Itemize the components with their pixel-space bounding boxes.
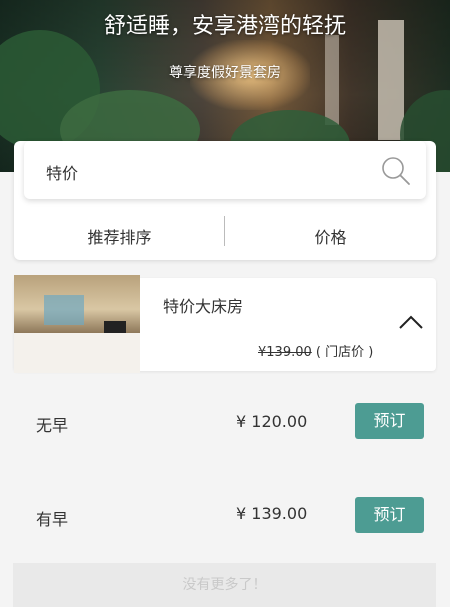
rate-row: 有早 ¥ 139.00 预订: [14, 486, 436, 546]
store-price-note: ( 门店价 ): [315, 345, 374, 360]
search-icon[interactable]: [380, 155, 412, 187]
rate-label: 无早: [36, 416, 69, 435]
store-price-value: ¥139.00: [258, 345, 312, 360]
sort-bar: 推荐排序 价格: [14, 210, 436, 260]
room-store-price: ¥139.00 ( 门店价 ): [258, 341, 373, 360]
room-name: 特价大床房: [163, 297, 244, 316]
rate-price: ¥ 139.00: [236, 504, 308, 523]
window-decoration: [44, 295, 84, 325]
rate-label: 有早: [36, 510, 69, 529]
book-button[interactable]: 预订: [355, 403, 424, 439]
sort-price[interactable]: 价格: [225, 224, 436, 248]
hero-title: 舒适睡，安享港湾的轻抚: [103, 14, 346, 39]
bed-decoration: [14, 333, 140, 373]
no-more-message: 没有更多了！: [13, 563, 436, 607]
room-photo: [14, 275, 140, 373]
sort-recommended[interactable]: 推荐排序: [14, 224, 225, 248]
rate-row: 无早 ¥ 120.00 预订: [14, 392, 436, 452]
rate-price: ¥ 120.00: [236, 412, 308, 431]
book-button[interactable]: 预订: [355, 497, 424, 533]
search-query: 特价: [46, 164, 79, 183]
search-input[interactable]: 特价: [24, 141, 426, 199]
tv-decoration: [104, 321, 126, 333]
hero-subtitle: 尊享度假好景套房: [169, 65, 281, 81]
chevron-up-icon[interactable]: [398, 314, 424, 330]
